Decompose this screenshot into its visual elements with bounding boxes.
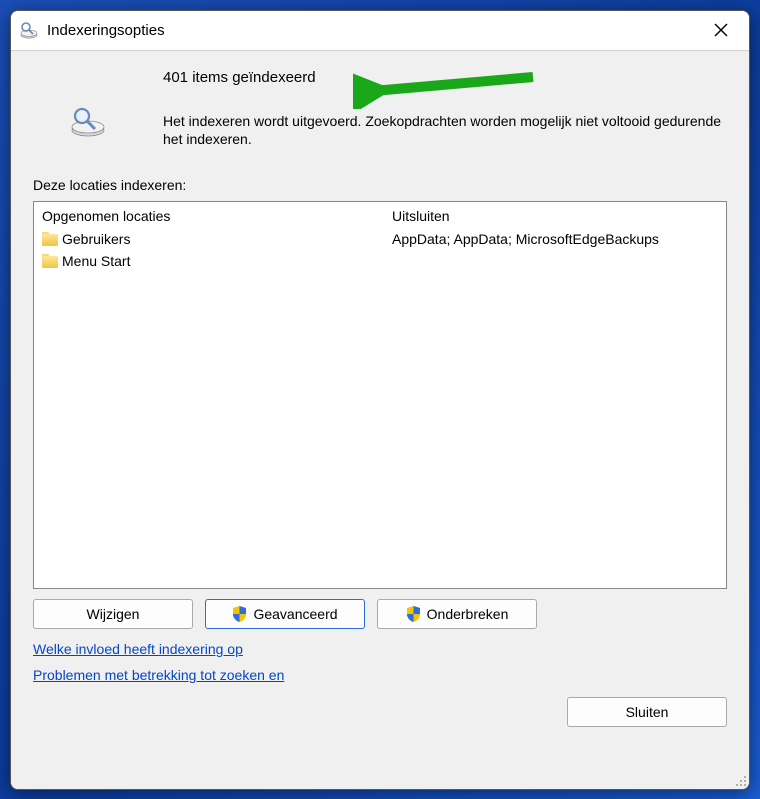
locations-list: Opgenomen locaties Gebruikers Menu Start…: [33, 201, 727, 589]
locations-section-label: Deze locaties indexeren:: [33, 177, 727, 193]
uac-shield-icon: [406, 606, 421, 622]
list-item[interactable]: Menu Start: [42, 250, 376, 272]
list-item: [392, 250, 718, 272]
window-title: Indexeringsopties: [47, 22, 165, 39]
close-window-button[interactable]: [701, 10, 741, 50]
footer-row: Sluiten: [33, 697, 727, 727]
included-header: Opgenomen locaties: [42, 208, 376, 224]
help-link-indexing[interactable]: Welke invloed heeft indexering op: [33, 641, 243, 657]
help-links: Welke invloed heeft indexering op Proble…: [33, 641, 727, 683]
close-button[interactable]: Sluiten: [567, 697, 727, 727]
action-button-row: Wijzigen Geavanceerd Onderbreken: [33, 599, 727, 629]
titlebar: Indexeringsopties: [11, 11, 749, 51]
indexing-status-message: Het indexeren wordt uitgevoerd. Zoekopdr…: [163, 112, 727, 150]
status-area: 401 items geïndexeerd Het indexeren word…: [33, 65, 727, 150]
indexing-options-window: Indexeringsopties 4: [10, 10, 750, 790]
location-name: Menu Start: [62, 253, 130, 269]
annotation-arrow: [353, 65, 543, 109]
folder-icon: [42, 254, 58, 268]
indexing-icon: [19, 20, 39, 40]
indexing-status-icon: [69, 105, 107, 150]
uac-shield-icon: [232, 606, 247, 622]
help-link-troubleshoot[interactable]: Problemen met betrekking tot zoeken en: [33, 667, 284, 683]
pause-button[interactable]: Onderbreken: [377, 599, 537, 629]
list-item[interactable]: Gebruikers: [42, 228, 376, 250]
modify-button[interactable]: Wijzigen: [33, 599, 193, 629]
content-area: 401 items geïndexeerd Het indexeren word…: [11, 51, 749, 789]
location-name: Gebruikers: [62, 231, 130, 247]
close-icon: [714, 23, 728, 37]
advanced-button[interactable]: Geavanceerd: [205, 599, 365, 629]
list-item: AppData; AppData; MicrosoftEdgeBackups: [392, 228, 718, 250]
excluded-value: AppData; AppData; MicrosoftEdgeBackups: [392, 231, 659, 247]
resize-grip-icon[interactable]: [733, 773, 747, 787]
folder-icon: [42, 232, 58, 246]
excluded-header: Uitsluiten: [392, 208, 718, 224]
